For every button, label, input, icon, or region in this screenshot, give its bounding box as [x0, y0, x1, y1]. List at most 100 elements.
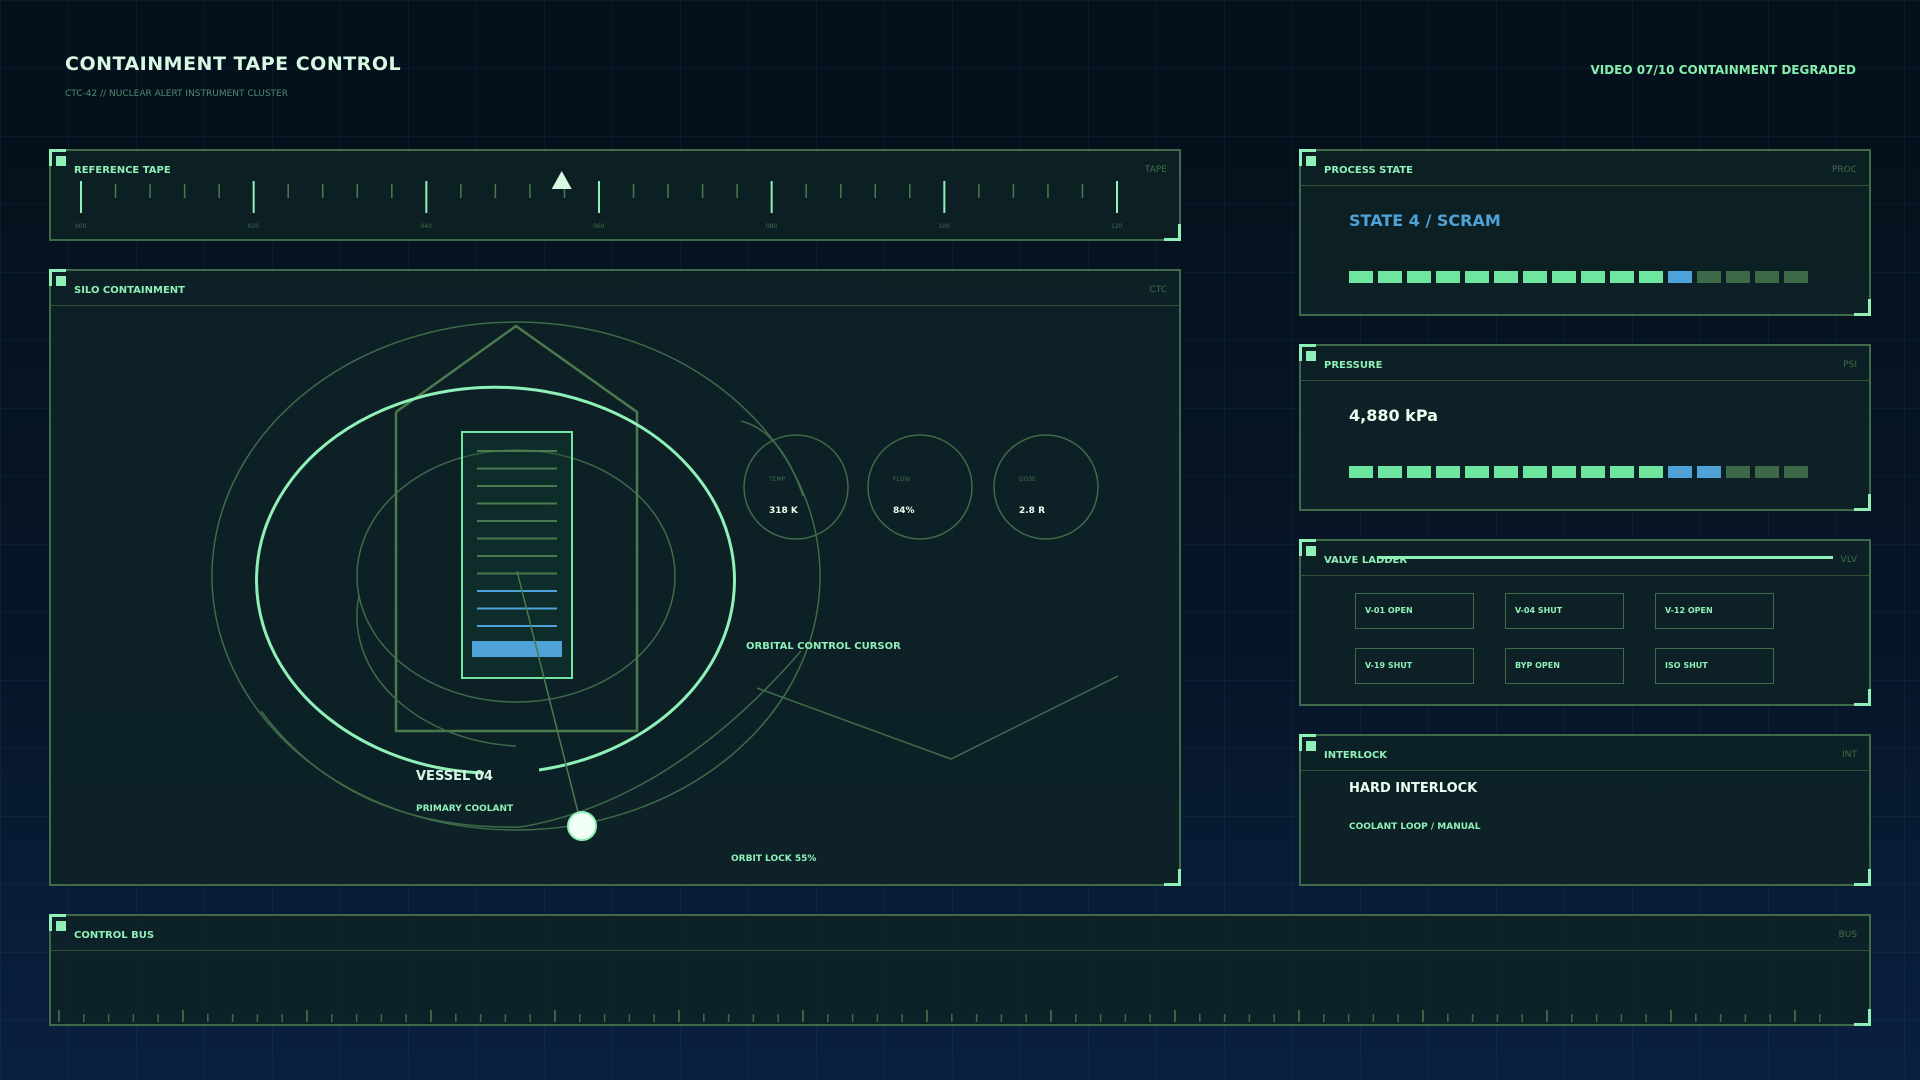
gauge-value: 2.8 R — [1019, 506, 1045, 516]
pressure-value: 4,880 kPa — [1349, 406, 1438, 425]
tape-label: 100 — [938, 223, 950, 230]
bar-segment — [1784, 271, 1808, 283]
valve-v12[interactable]: V-12 OPEN — [1655, 593, 1774, 629]
control-bus-scale — [58, 1010, 1821, 1022]
bar-segment — [1726, 271, 1750, 283]
status-readout: VIDEO 07/10 CONTAINMENT DEGRADED — [1590, 63, 1856, 77]
bar-segment — [1378, 271, 1402, 283]
panel-tag: PSI — [1843, 360, 1857, 370]
bar-segment — [1407, 466, 1431, 478]
tape-label: 000 — [75, 223, 87, 230]
process-state-bar — [1349, 271, 1808, 283]
gauge-group: TEMP 318 K FLOW 84% DOSE 2.8 R — [743, 434, 1099, 540]
corner-bracket-icon — [1854, 869, 1871, 886]
bar-segment — [1552, 271, 1576, 283]
valve-ladder-panel: VALVE LADDER VLV V-01 OPEN V-04 SHUT V-1… — [1299, 539, 1871, 706]
bar-segment — [1639, 271, 1663, 283]
valve-ladder-indicator — [1379, 556, 1833, 559]
page-title: CONTAINMENT TAPE CONTROL — [65, 53, 402, 75]
tape-label: 120 — [1111, 223, 1123, 230]
bar-segment — [1523, 466, 1547, 478]
bar-segment — [1407, 271, 1431, 283]
tape-label: 040 — [420, 223, 432, 230]
panel-marker-icon — [1306, 741, 1316, 751]
panel-marker-icon — [1306, 351, 1316, 361]
corner-bracket-icon — [1854, 494, 1871, 511]
bar-segment — [1610, 271, 1634, 283]
panel-divider — [1301, 575, 1869, 576]
panel-tag: INT — [1842, 750, 1857, 760]
gauge-value: 84% — [893, 506, 915, 516]
pressure-panel: PRESSURE PSI 4,880 kPa — [1299, 344, 1871, 511]
reference-tape-panel: REFERENCE TAPE TAPE 000 020 040 060 080 100 12… — [49, 149, 1181, 241]
bar-segment — [1494, 271, 1518, 283]
panel-title: PRESSURE — [1324, 360, 1383, 371]
silo-diagram: TEMP 318 K FLOW 84% DOSE 2.8 R — [211, 321, 1119, 841]
bar-segment — [1436, 466, 1460, 478]
trend-line — [756, 675, 1119, 760]
orbital-control-cursor — [567, 811, 597, 841]
bar-segment — [1668, 271, 1692, 283]
bar-segment — [1552, 466, 1576, 478]
gauge-ring — [993, 434, 1099, 540]
corner-bracket-icon — [1854, 299, 1871, 316]
bar-segment — [1581, 466, 1605, 478]
vessel-name: VESSEL 04 — [416, 769, 493, 784]
bar-segment — [1581, 271, 1605, 283]
valve-v04[interactable]: V-04 SHUT — [1505, 593, 1624, 629]
bar-segment — [1755, 466, 1779, 478]
vessel-subtitle: PRIMARY COOLANT — [416, 804, 514, 814]
orbit-lock-readout: ORBIT LOCK 55% — [731, 854, 817, 864]
panel-tag: PROC — [1831, 165, 1857, 175]
bar-segment — [1784, 466, 1808, 478]
valve-v19[interactable]: V-19 SHUT — [1355, 648, 1474, 684]
bar-segment — [1465, 466, 1489, 478]
valve-byp[interactable]: BYP OPEN — [1505, 648, 1624, 684]
orbital-control-cursor-label: ORBITAL CONTROL CURSOR — [746, 641, 901, 652]
gauge-label: FLOW — [893, 476, 910, 483]
tape-label: 020 — [248, 223, 260, 230]
silo-containment-panel: SILO CONTAINMENT CTC TEMP 318 K FLOW 84% DOS… — [49, 269, 1181, 886]
tape-label: 080 — [766, 223, 778, 230]
tape-label: 060 — [593, 223, 605, 230]
tape-scale[interactable]: 000 020 040 060 080 100 120 — [51, 151, 1179, 239]
corner-bracket-icon — [1854, 689, 1871, 706]
bar-segment — [1349, 466, 1373, 478]
panel-marker-icon — [1306, 546, 1316, 556]
gauge-ring — [743, 434, 849, 540]
bar-segment — [1349, 271, 1373, 283]
bar-segment — [1639, 466, 1663, 478]
valve-iso[interactable]: ISO SHUT — [1655, 648, 1774, 684]
vessel-base-fill — [472, 641, 562, 657]
control-bus-panel: CONTROL BUS BUS — [49, 914, 1871, 1026]
gauge-ring — [867, 434, 973, 540]
gauge-link-line — [740, 420, 804, 497]
pressure-bar — [1349, 466, 1808, 478]
panel-divider — [1301, 185, 1869, 186]
bar-segment — [1726, 466, 1750, 478]
process-state-value: STATE 4 / SCRAM — [1349, 211, 1501, 230]
bar-segment — [1755, 271, 1779, 283]
tape-marker-icon[interactable] — [551, 171, 572, 189]
bar-segment — [1523, 271, 1547, 283]
bar-segment — [1610, 466, 1634, 478]
valve-v01[interactable]: V-01 OPEN — [1355, 593, 1474, 629]
panel-tag: VLV — [1840, 555, 1857, 565]
gauge-label: TEMP — [768, 476, 786, 483]
panel-divider — [1301, 770, 1869, 771]
bar-segment — [1697, 271, 1721, 283]
bar-segment — [1378, 466, 1402, 478]
panel-title: PROCESS STATE — [1324, 165, 1413, 176]
bar-segment — [1436, 271, 1460, 283]
bar-segment — [1697, 466, 1721, 478]
process-state-panel: PROCESS STATE PROC STATE 4 / SCRAM — [1299, 149, 1871, 316]
gauge-label: DOSE — [1019, 476, 1036, 483]
bar-segment — [1668, 466, 1692, 478]
panel-divider — [1301, 380, 1869, 381]
bar-segment — [1465, 271, 1489, 283]
panel-title: INTERLOCK — [1324, 750, 1388, 761]
interlock-value: HARD INTERLOCK — [1349, 781, 1478, 796]
gauge-value: 318 K — [769, 506, 799, 516]
interlock-subtitle: COOLANT LOOP / MANUAL — [1349, 822, 1481, 832]
page-subtitle: CTC-42 // NUCLEAR ALERT INSTRUMENT CLUST… — [65, 89, 288, 99]
